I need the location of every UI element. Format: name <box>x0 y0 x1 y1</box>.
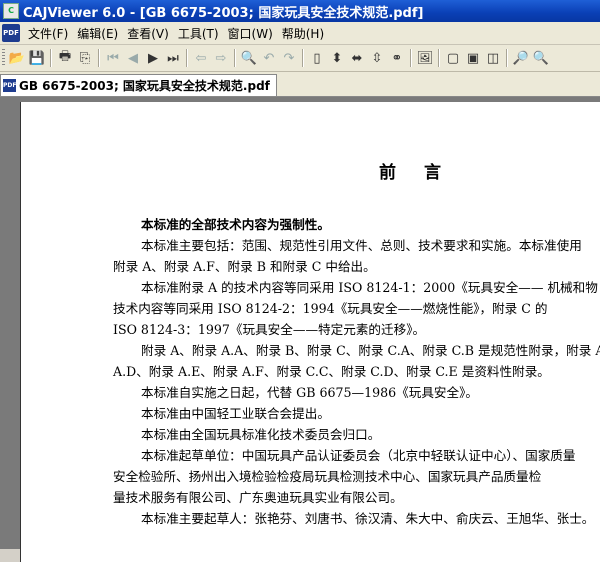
text-line: 技术内容等同采用 ISO 8124-2：1994《玩具安全——燃烧性能》，附录 … <box>113 301 548 316</box>
text-line: 本标准主要包括：范围、规范性引用文件、总则、技术要求和实施。本标准使用 <box>141 238 582 253</box>
fit-width-icon[interactable]: ⬌ <box>348 49 366 67</box>
toolbar-separator <box>50 49 52 67</box>
text-line: 本标准自实施之日起，代替 GB 6675—1986《玩具安全》。 <box>141 385 478 400</box>
menu-view[interactable]: 查看(V) <box>127 25 178 42</box>
pdf-document-icon[interactable]: PDF <box>2 24 20 42</box>
menu-edit[interactable]: 编辑(E) <box>77 25 127 42</box>
zoom-out-icon[interactable]: 🔍 <box>532 49 550 67</box>
document-viewer[interactable]: 前言 本标准的全部技术内容为强制性。 本标准主要包括：范围、规范性引用文件、总则… <box>0 97 600 562</box>
toolbar-grip[interactable] <box>2 49 5 67</box>
pdf-file-icon: PDF <box>3 79 16 92</box>
text-line: 本标准附录 A 的技术内容等同采用 ISO 8124-1：2000《玩具安全——… <box>141 280 598 295</box>
cajviewer-app-icon[interactable]: C <box>3 3 19 19</box>
save-icon[interactable]: 💾 <box>28 49 46 67</box>
text-line: 本标准起草单位：中国玩具产品认证委员会（北京中轻联认证中心）、国家质量 <box>141 448 576 463</box>
document-page: 前言 本标准的全部技术内容为强制性。 本标准主要包括：范围、规范性引用文件、总则… <box>20 102 600 562</box>
continuous-view-icon[interactable]: ▣ <box>464 49 482 67</box>
window-title: CAJViewer 6.0 - [GB 6675-2003; 国家玩具安全技术规… <box>23 5 424 21</box>
undo-icon[interactable]: ↶ <box>260 49 278 67</box>
open-icon[interactable]: 📂 <box>8 49 26 67</box>
copy-icon[interactable]: ⎘ <box>76 49 94 67</box>
first-page-icon[interactable]: ⏮ <box>104 49 122 67</box>
page-heading: 前言 <box>379 163 469 183</box>
image-icon[interactable]: 🖼 <box>416 49 434 67</box>
toolbar-separator <box>410 49 412 67</box>
page-view-icon[interactable]: ▢ <box>444 49 462 67</box>
text-line: 附录 A、附录 A.A、附录 B、附录 C、附录 C.A、附录 C.B 是规范性… <box>141 343 600 358</box>
last-page-icon[interactable]: ⏭ <box>164 49 182 67</box>
print-icon[interactable]: 🖶 <box>56 49 74 67</box>
facing-view-icon[interactable]: ◫ <box>484 49 502 67</box>
toolbar-separator <box>98 49 100 67</box>
text-line: A.D、附录 A.E、附录 A.F、附录 C.C、附录 C.D、附录 C.E 是… <box>113 364 550 379</box>
text-line: 本标准由中国轻工业联合会提出。 <box>141 406 330 421</box>
menu-bar: PDF 文件(F) 编辑(E) 查看(V) 工具(T) 窗口(W) 帮助(H) <box>0 22 600 45</box>
forward-icon[interactable]: ⇨ <box>212 49 230 67</box>
document-tab-bar: PDF GB 6675-2003; 国家玩具安全技术规范.pdf <box>0 72 600 97</box>
redo-icon[interactable]: ↷ <box>280 49 298 67</box>
text-line: 附录 A、附录 A.F、附录 B 和附录 C 中给出。 <box>113 259 376 274</box>
menu-window[interactable]: 窗口(W) <box>228 25 282 42</box>
menu-tools[interactable]: 工具(T) <box>178 25 228 42</box>
text-line: 本标准主要起草人：张艳芬、刘唐书、徐汉清、朱大中、俞庆云、王旭华、张士。 <box>141 511 595 526</box>
text-line: 量技术服务有限公司、广东奥迪玩具实业有限公司。 <box>113 490 403 505</box>
actual-size-icon[interactable]: ⇳ <box>368 49 386 67</box>
toolbar-separator <box>438 49 440 67</box>
zoom-in-icon[interactable]: 🔎 <box>512 49 530 67</box>
search-icon[interactable]: 🔍 <box>240 49 258 67</box>
toolbar-separator <box>302 49 304 67</box>
text-line: 本标准的全部技术内容为强制性。 <box>141 217 330 232</box>
text-line: 安全检验所、扬州出入境检验检疫局玩具检测技术中心、国家玩具产品质量检 <box>113 469 542 484</box>
link-icon[interactable]: ⚭ <box>388 49 406 67</box>
next-page-icon[interactable]: ▶ <box>144 49 162 67</box>
fit-page-icon[interactable]: ⬍ <box>328 49 346 67</box>
menu-file[interactable]: 文件(F) <box>28 25 77 42</box>
toolbar-separator <box>186 49 188 67</box>
back-icon[interactable]: ⇦ <box>192 49 210 67</box>
document-tab[interactable]: PDF GB 6675-2003; 国家玩具安全技术规范.pdf <box>0 74 277 96</box>
document-tab-label: GB 6675-2003; 国家玩具安全技术规范.pdf <box>19 79 270 93</box>
toolbar-separator <box>506 49 508 67</box>
text-line: ISO 8124-3：1997《玩具安全——特定元素的迁移》。 <box>113 322 426 337</box>
main-toolbar: 📂 💾 🖶 ⎘ ⏮ ◀ ▶ ⏭ ⇦ ⇨ 🔍 ↶ ↷ ▯ ⬍ ⬌ ⇳ ⚭ 🖼 ▢ ▣ ◫ 🔎 🔍 <box>0 45 600 72</box>
toolbar-separator <box>234 49 236 67</box>
title-bar: C CAJViewer 6.0 - [GB 6675-2003; 国家玩具安全技… <box>0 0 600 22</box>
single-page-icon[interactable]: ▯ <box>308 49 326 67</box>
prev-page-icon[interactable]: ◀ <box>124 49 142 67</box>
menu-help[interactable]: 帮助(H) <box>282 25 333 42</box>
text-line: 本标准由全国玩具标准化技术委员会归口。 <box>141 427 381 442</box>
